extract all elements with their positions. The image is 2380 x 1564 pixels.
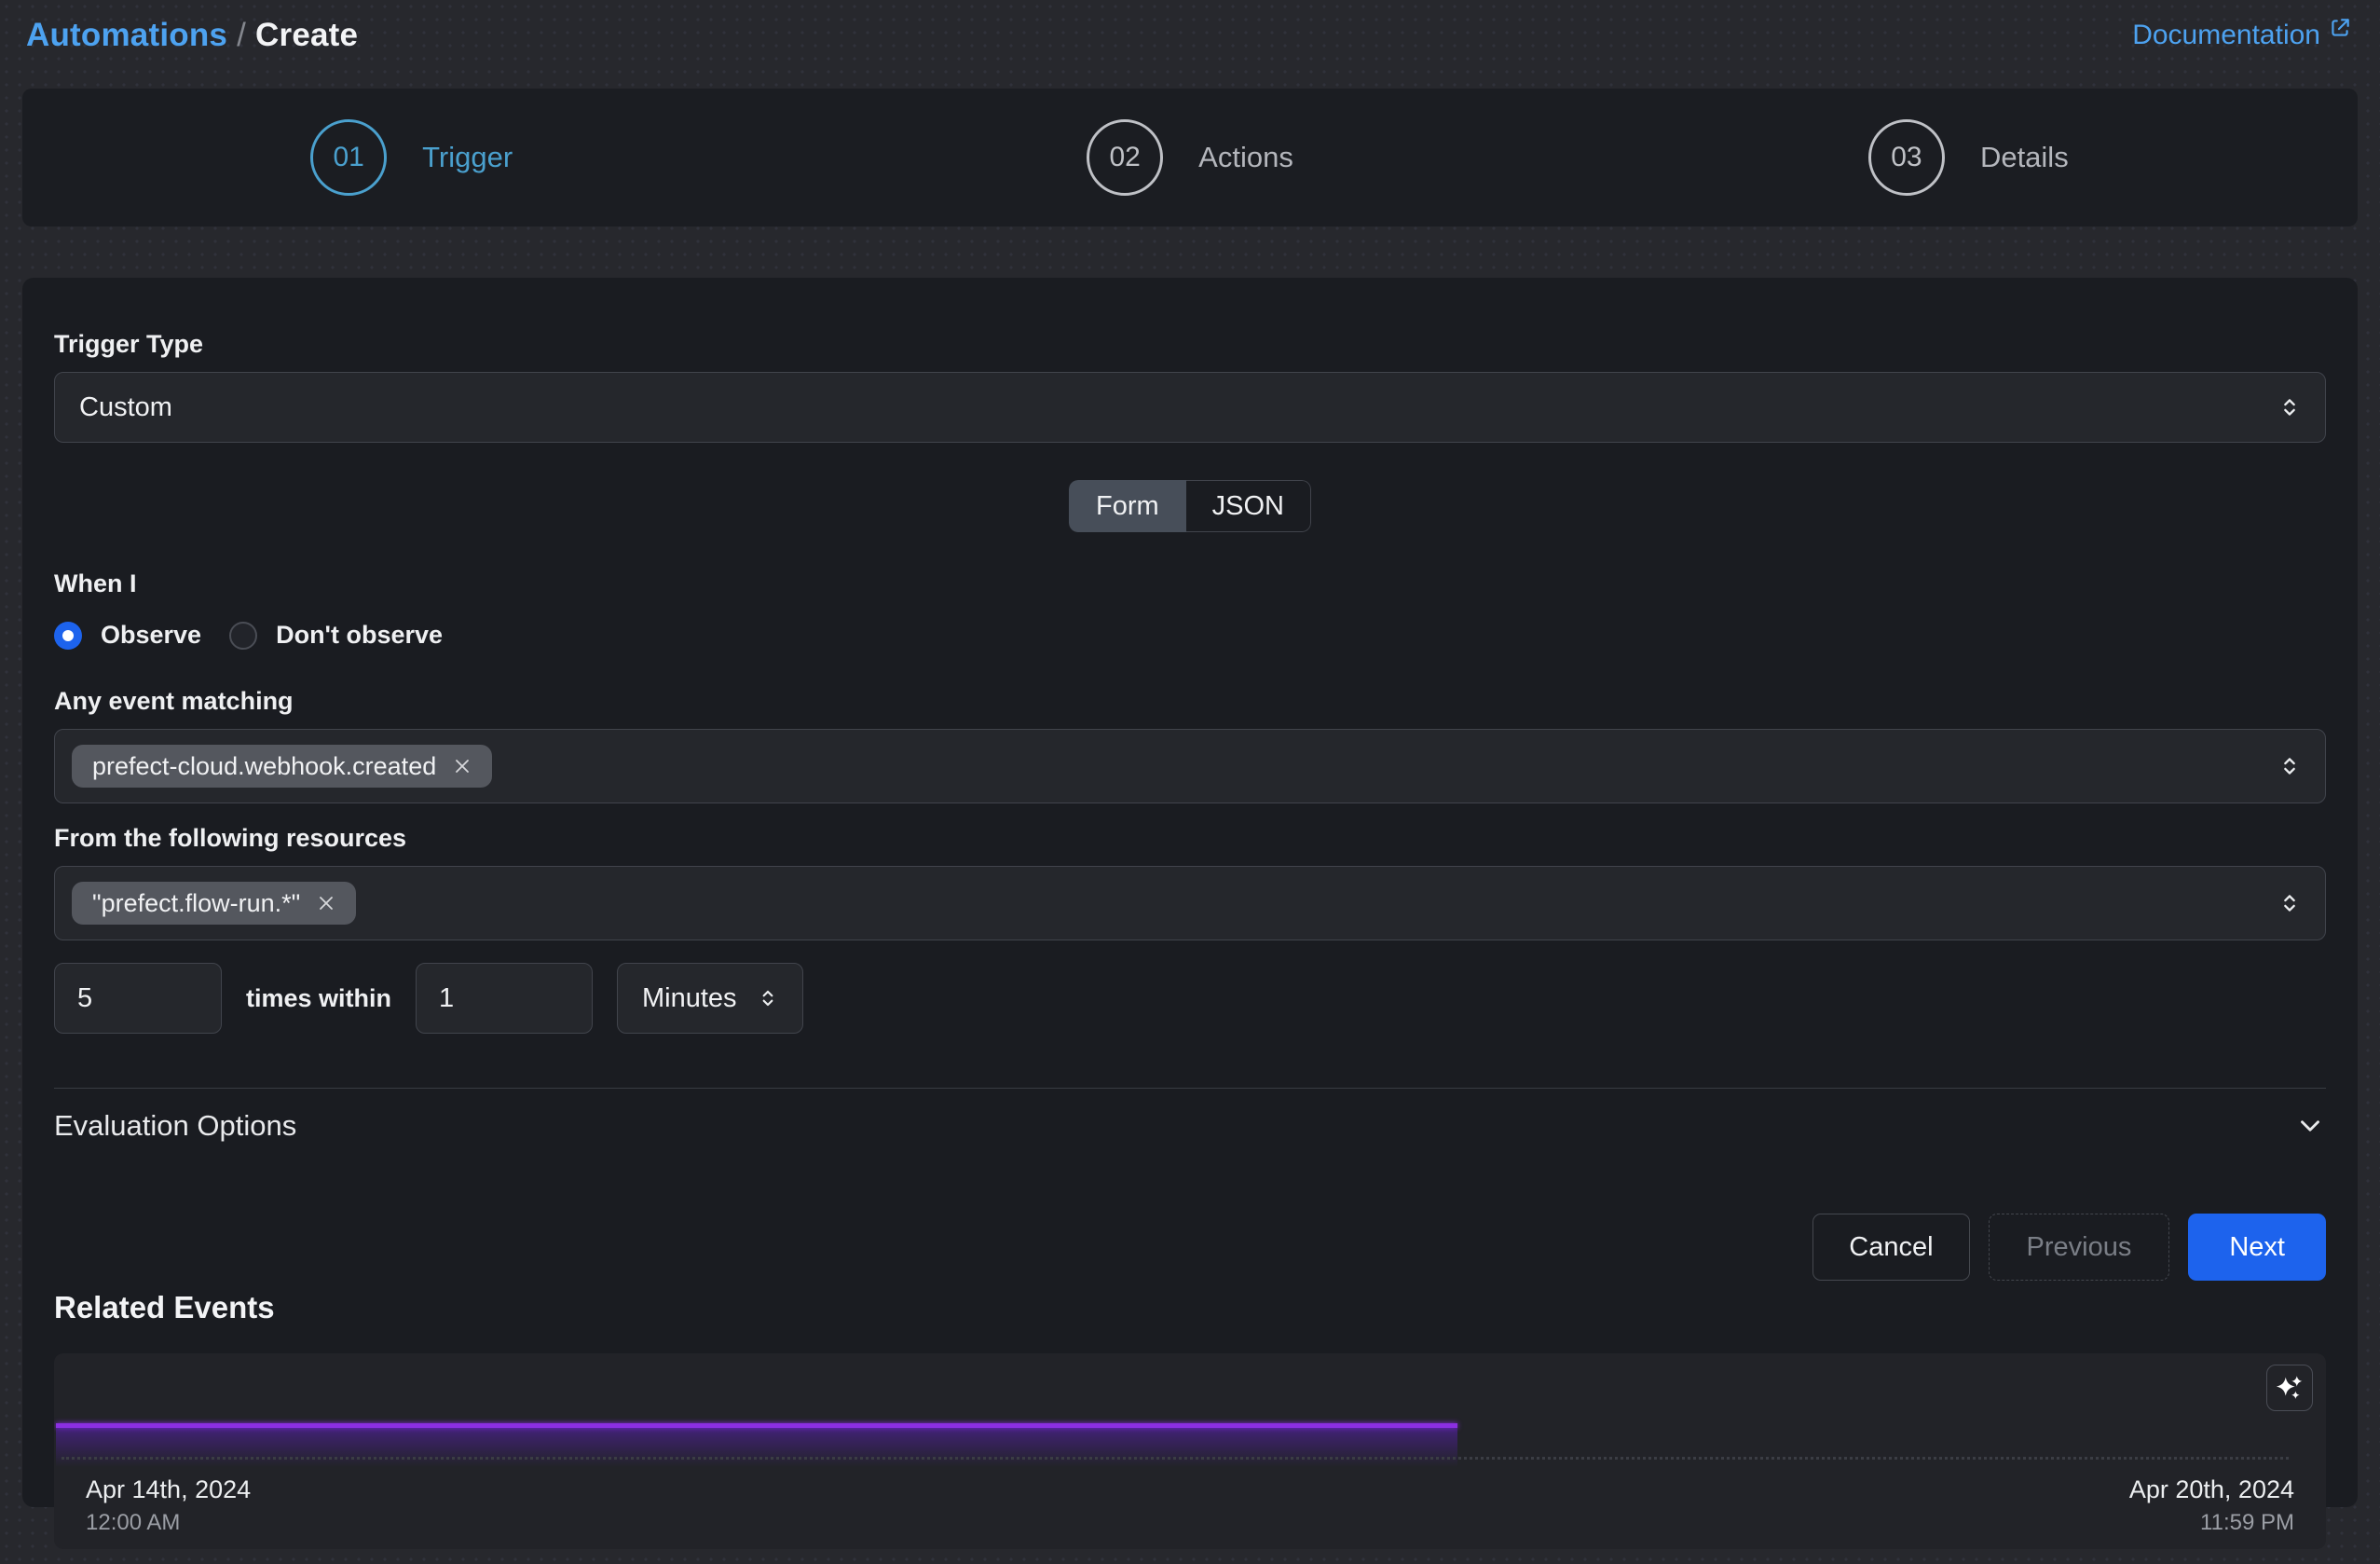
external-link-icon	[2328, 20, 2352, 40]
evaluation-options-toggle[interactable]: Evaluation Options	[54, 1089, 2326, 1143]
sparkles-icon	[2274, 1372, 2305, 1404]
toggle-form-option[interactable]: Form	[1069, 480, 1186, 532]
radio-selected-icon[interactable]	[54, 622, 82, 650]
step-actions[interactable]: 02 Actions	[800, 119, 1579, 196]
threshold-row: times within Minutes	[54, 963, 2326, 1034]
step-details-label: Details	[1980, 141, 2069, 174]
start-time-label: 12:00 AM	[86, 1510, 251, 1536]
documentation-link[interactable]: Documentation	[2132, 20, 2352, 51]
chevron-up-down-icon	[756, 986, 780, 1010]
event-tag: prefect-cloud.webhook.created	[72, 745, 492, 788]
automation-create-page: Automations /Create Documentation 01 Trig…	[0, 0, 2380, 1564]
end-date-label: Apr 20th, 2024	[2129, 1475, 2294, 1504]
related-events-title: Related Events	[54, 1290, 2326, 1325]
previous-button[interactable]: Previous	[1989, 1214, 2170, 1281]
step-trigger[interactable]: 01 Trigger	[22, 119, 800, 196]
dont-observe-radio-label: Don't observe	[276, 621, 443, 650]
sparkles-button[interactable]	[2266, 1365, 2313, 1411]
resources-label: From the following resources	[54, 824, 2326, 853]
within-input[interactable]	[416, 963, 593, 1034]
timeline-start: Apr 14th, 2024 12:00 AM	[86, 1475, 251, 1536]
top-bar: Automations /Create Documentation	[0, 0, 2380, 56]
unit-select[interactable]: Minutes	[617, 963, 803, 1034]
trigger-form-card: Trigger Type Custom Form JSON When I Obs…	[22, 278, 2358, 1507]
timeline-end: Apr 20th, 2024 11:59 PM	[2129, 1475, 2294, 1536]
step-details[interactable]: 03 Details	[1580, 119, 2358, 196]
radio-unselected-icon[interactable]	[229, 622, 257, 650]
trigger-type-label: Trigger Type	[54, 330, 2326, 359]
remove-resource-tag-icon[interactable]	[315, 892, 337, 914]
chevron-down-icon	[2294, 1110, 2326, 1142]
documentation-link-label: Documentation	[2132, 20, 2320, 51]
resource-tag: "prefect.flow-run.*"	[72, 882, 356, 925]
observe-radio-group: Observe Don't observe	[54, 621, 2326, 650]
form-json-toggle: Form JSON	[1069, 480, 1311, 532]
step-details-number: 03	[1868, 119, 1945, 196]
end-time-label: 11:59 PM	[2129, 1510, 2294, 1536]
timeline-axis	[62, 1457, 2289, 1460]
evaluation-options-label: Evaluation Options	[54, 1109, 296, 1143]
related-events-chart: Apr 14th, 2024 12:00 AM Apr 20th, 2024 1…	[54, 1353, 2326, 1549]
breadcrumb-separator: /	[237, 17, 246, 53]
resources-select[interactable]: "prefect.flow-run.*"	[54, 866, 2326, 940]
wizard-stepper: 01 Trigger 02 Actions 03 Details	[22, 89, 2358, 226]
times-within-label: times within	[246, 984, 391, 1013]
event-matching-select[interactable]: prefect-cloud.webhook.created	[54, 729, 2326, 803]
chevron-up-down-icon	[2277, 890, 2303, 916]
trigger-type-select[interactable]: Custom	[54, 372, 2326, 443]
toggle-json-option[interactable]: JSON	[1186, 480, 1311, 532]
event-matching-label: Any event matching	[54, 687, 2326, 716]
resource-tag-label: "prefect.flow-run.*"	[92, 889, 300, 918]
when-i-label: When I	[54, 569, 2326, 598]
event-timeline-glow	[56, 1428, 1457, 1467]
next-button[interactable]: Next	[2188, 1214, 2326, 1281]
event-tag-label: prefect-cloud.webhook.created	[92, 752, 436, 781]
step-actions-label: Actions	[1198, 141, 1293, 174]
cancel-button[interactable]: Cancel	[1812, 1214, 1969, 1281]
breadcrumb: Automations /Create	[26, 17, 358, 54]
chevron-up-down-icon	[2277, 394, 2303, 420]
form-json-toggle-row: Form JSON	[54, 480, 2326, 532]
dont-observe-radio[interactable]: Don't observe	[229, 621, 443, 650]
breadcrumb-automations-link[interactable]: Automations	[26, 17, 227, 53]
chevron-up-down-icon	[2277, 753, 2303, 779]
step-trigger-label: Trigger	[422, 141, 513, 174]
observe-radio[interactable]: Observe	[54, 621, 201, 650]
remove-event-tag-icon[interactable]	[451, 755, 473, 777]
trigger-type-value: Custom	[79, 392, 172, 423]
page-title: Create	[255, 17, 358, 53]
start-date-label: Apr 14th, 2024	[86, 1475, 251, 1504]
wizard-buttons: Cancel Previous Next	[54, 1214, 2326, 1281]
unit-value: Minutes	[642, 983, 737, 1014]
count-input[interactable]	[54, 963, 222, 1034]
step-trigger-number: 01	[310, 119, 387, 196]
observe-radio-label: Observe	[101, 621, 201, 650]
step-actions-number: 02	[1087, 119, 1163, 196]
timeline-date-labels: Apr 14th, 2024 12:00 AM Apr 20th, 2024 1…	[54, 1475, 2326, 1536]
